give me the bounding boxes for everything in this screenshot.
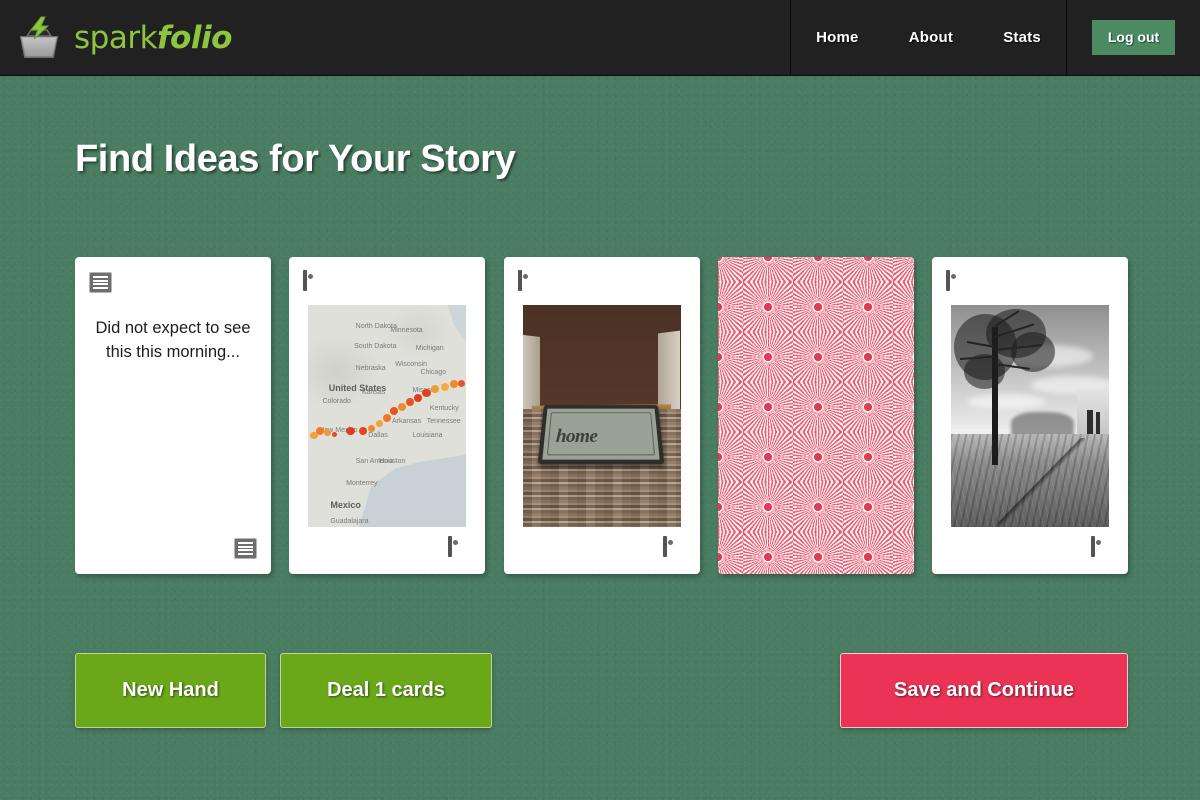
map-label-kentucky: Kentucky bbox=[429, 404, 459, 412]
site-header: sparkfolio Home About Stats Log out bbox=[0, 0, 1200, 76]
image-icon bbox=[946, 270, 969, 293]
brand-wordmark: sparkfolio bbox=[74, 22, 232, 54]
card-map-photo: North Dakota South Dakota Minnesota Mich… bbox=[308, 305, 467, 527]
map-label-arkansas: Arkansas bbox=[391, 418, 422, 426]
spark-box-logo-icon bbox=[14, 15, 64, 61]
image-icon bbox=[662, 536, 686, 559]
action-buttons: New Hand Deal 1 cards Save and Continue bbox=[75, 653, 1128, 728]
image-icon bbox=[303, 270, 326, 293]
map-label-nebraska: Nebraska bbox=[355, 364, 386, 372]
map-label-san-antonio: San Antonio bbox=[355, 458, 394, 466]
main-nav: Home About Stats bbox=[790, 0, 1067, 75]
map-label-chicago: Chicago bbox=[420, 369, 447, 377]
page-title: Find Ideas for Your Story bbox=[75, 138, 516, 180]
text-lines-icon bbox=[234, 538, 257, 559]
map-label-colorado: Colorado bbox=[322, 398, 351, 406]
save-and-continue-button[interactable]: Save and Continue bbox=[840, 653, 1128, 728]
card-hand: Did not expect to see this this morning.… bbox=[75, 257, 1128, 574]
nav-item-home[interactable]: Home bbox=[816, 29, 858, 46]
logout-area: Log out bbox=[1067, 0, 1200, 75]
brand-spark-text: spark bbox=[74, 19, 158, 56]
image-icon bbox=[448, 536, 471, 559]
nav-item-about[interactable]: About bbox=[909, 29, 953, 46]
card-tree-photo bbox=[951, 305, 1109, 527]
map-label-kansas: Kansas bbox=[361, 389, 386, 397]
nav-item-stats[interactable]: Stats bbox=[1003, 29, 1041, 46]
doormat-word: home bbox=[555, 425, 598, 447]
card-text-content: Did not expect to see this this morning.… bbox=[95, 319, 251, 361]
card-text[interactable]: Did not expect to see this this morning.… bbox=[75, 257, 271, 574]
text-lines-icon bbox=[89, 272, 112, 293]
map-label-monterrey: Monterrey bbox=[346, 480, 378, 488]
new-hand-button[interactable]: New Hand bbox=[75, 653, 266, 728]
map-label-minnesota: Minnesota bbox=[390, 327, 423, 335]
map-label-mexico: Mexico bbox=[330, 500, 361, 511]
map-label-guadalajara: Guadalajara bbox=[330, 518, 369, 526]
brand-logo[interactable]: sparkfolio bbox=[0, 0, 232, 75]
card-tree[interactable] bbox=[932, 257, 1128, 574]
brand-folio-text: folio bbox=[157, 19, 232, 56]
map-label-tennessee: Tennessee bbox=[426, 418, 461, 426]
map-label-south-dakota: South Dakota bbox=[354, 342, 397, 350]
logout-button[interactable]: Log out bbox=[1091, 20, 1176, 55]
map-label-wisconsin: Wisconsin bbox=[395, 360, 428, 368]
card-map[interactable]: North Dakota South Dakota Minnesota Mich… bbox=[289, 257, 486, 574]
card-back-pattern[interactable] bbox=[717, 257, 914, 574]
image-icon bbox=[1091, 536, 1114, 559]
card-doormat[interactable]: home bbox=[503, 257, 700, 574]
image-icon bbox=[517, 270, 541, 293]
card-doormat-photo: home bbox=[522, 305, 681, 527]
map-label-dallas: Dallas bbox=[368, 431, 388, 439]
map-label-michigan: Michigan bbox=[415, 344, 444, 352]
map-label-louisiana: Louisiana bbox=[412, 431, 443, 439]
deal-cards-button[interactable]: Deal 1 cards bbox=[280, 653, 492, 728]
